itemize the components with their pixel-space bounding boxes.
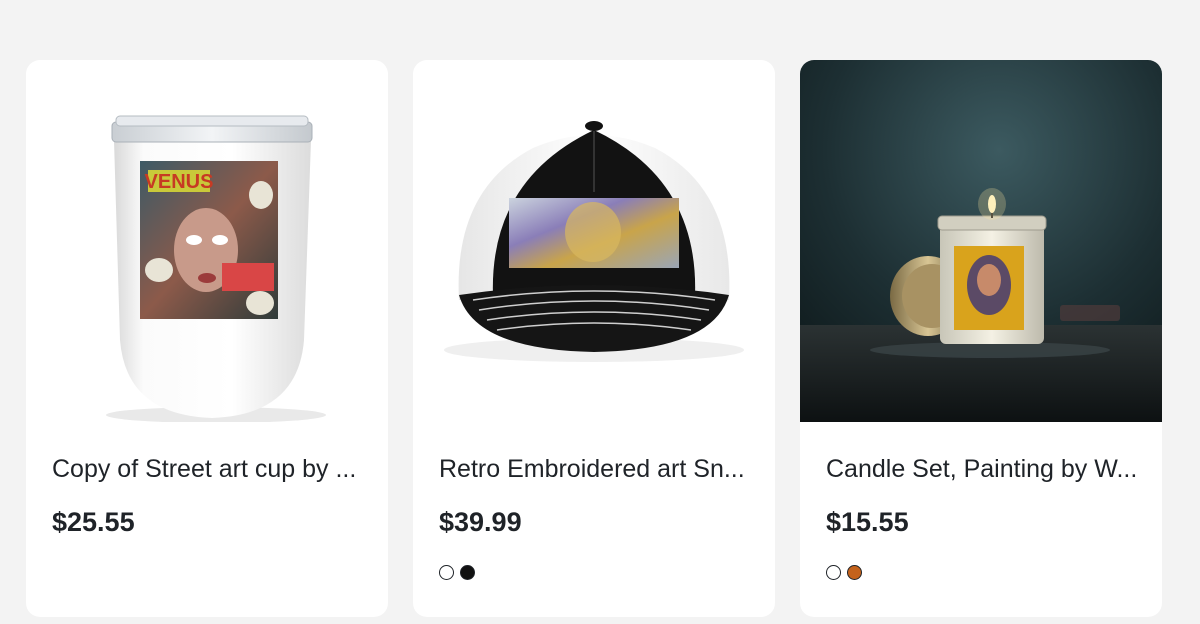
- product-price: $25.55: [52, 507, 135, 537]
- color-swatches: [439, 565, 475, 580]
- product-price: $39.99: [439, 507, 522, 537]
- product-image-cap[interactable]: [413, 60, 775, 422]
- product-card-candle[interactable]: Candle Set, Painting by W... $15.55: [800, 60, 1162, 617]
- swatch-black[interactable]: [460, 565, 475, 580]
- swatch-white[interactable]: [826, 565, 841, 580]
- product-title[interactable]: Copy of Street art cup by ...: [52, 455, 370, 484]
- swatch-white[interactable]: [439, 565, 454, 580]
- swatch-amber[interactable]: [847, 565, 862, 580]
- product-image-candle[interactable]: [800, 60, 1162, 422]
- product-price: $15.55: [826, 507, 909, 537]
- svg-text:VENUS: VENUS: [145, 171, 214, 193]
- wine-tumbler-image: VENUS: [106, 115, 326, 422]
- product-title[interactable]: Candle Set, Painting by W...: [826, 455, 1144, 484]
- product-image-cup[interactable]: VENUS: [26, 60, 388, 422]
- product-card-cap[interactable]: Retro Embroidered art Sn... $39.99: [413, 60, 775, 617]
- product-title[interactable]: Retro Embroidered art Sn...: [439, 455, 757, 484]
- color-swatches: [826, 565, 862, 580]
- product-card-cup[interactable]: VENUS Copy of Street art cup by ... $25.…: [26, 60, 388, 617]
- trucker-cap-image: [444, 121, 744, 362]
- candle-jar-image: [800, 60, 1162, 422]
